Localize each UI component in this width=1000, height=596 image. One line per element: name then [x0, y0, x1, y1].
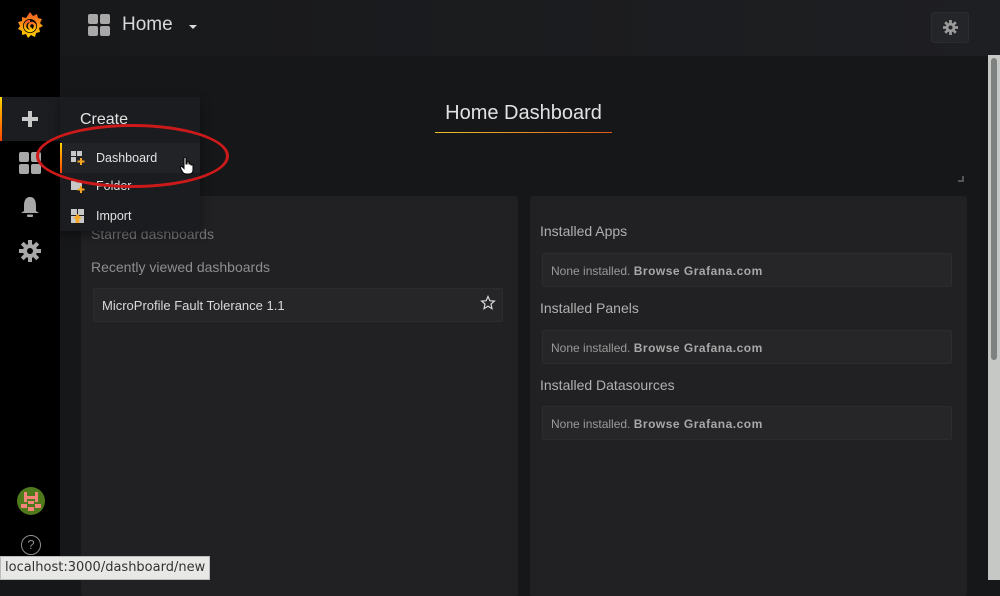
menu-item-label: Folder	[96, 179, 132, 193]
dashboard-add-icon	[71, 151, 85, 165]
sidebar-item-alerting[interactable]	[0, 185, 60, 229]
sidebar-item-dashboards[interactable]	[0, 141, 60, 185]
empty-text: None installed.	[551, 417, 631, 431]
plugin-list-panel: Installed Apps None installed. Browse Gr…	[530, 196, 967, 596]
installed-apps-heading: Installed Apps	[540, 223, 628, 239]
import-item[interactable]: Import	[60, 201, 200, 231]
navbar: Home	[60, 0, 1000, 56]
scrollbar-thumb[interactable]	[991, 58, 997, 360]
scrollbar[interactable]	[988, 55, 1000, 580]
star-icon[interactable]	[480, 295, 496, 311]
recent-dashboard-item[interactable]: MicroProfile Fault Tolerance 1.1	[93, 288, 503, 322]
help-icon[interactable]: ?	[21, 535, 41, 555]
caret-down-icon	[188, 25, 197, 29]
create-menu-header[interactable]: Create	[80, 111, 128, 129]
page-title: Home	[122, 14, 173, 35]
status-bar-url: localhost:3000/dashboard/new	[0, 556, 211, 580]
hand-pointer-cursor-icon	[180, 157, 194, 175]
installed-apps-box: None installed. Browse Grafana.com	[542, 253, 952, 287]
recent-heading: Recently viewed dashboards	[91, 259, 270, 275]
browse-link[interactable]: Browse Grafana.com	[634, 264, 763, 278]
installed-datasources-heading: Installed Datasources	[540, 377, 675, 393]
dashboard-list-panel: Starred dashboards Recently viewed dashb…	[81, 196, 518, 596]
empty-text: None installed.	[551, 264, 631, 278]
resize-handle[interactable]	[958, 176, 964, 182]
create-dashboard-item[interactable]: Dashboard	[60, 143, 200, 173]
empty-text: None installed.	[551, 341, 631, 355]
avatar-identicon	[21, 492, 41, 511]
sidebar-item-configuration[interactable]	[0, 229, 60, 273]
browse-link[interactable]: Browse Grafana.com	[634, 341, 763, 355]
gear-icon	[942, 20, 958, 35]
sidebar-item-create[interactable]	[0, 97, 60, 141]
dashboard-settings-button[interactable]	[931, 12, 969, 43]
browse-link[interactable]: Browse Grafana.com	[634, 417, 763, 431]
create-menu: Create Dashboard Folder Import	[60, 97, 200, 231]
folder-add-icon	[71, 181, 85, 193]
dashboard-picker[interactable]: Home	[88, 14, 197, 36]
apps-grid-icon	[88, 14, 110, 36]
avatar[interactable]	[17, 487, 45, 515]
installed-datasources-box: None installed. Browse Grafana.com	[542, 406, 952, 440]
plus-icon	[22, 111, 38, 127]
installed-panels-heading: Installed Panels	[540, 300, 639, 316]
menu-item-label: Dashboard	[96, 151, 158, 165]
home-dashboard-title: Home Dashboard	[435, 102, 612, 133]
dashboard-title: MicroProfile Fault Tolerance 1.1	[102, 298, 285, 313]
import-icon	[71, 209, 84, 223]
installed-panels-box: None installed. Browse Grafana.com	[542, 330, 952, 364]
apps-grid-icon	[19, 152, 41, 174]
gear-icon	[19, 240, 41, 262]
bell-icon	[21, 197, 39, 217]
menu-item-label: Import	[96, 209, 132, 223]
side-menu: ?	[0, 0, 60, 580]
create-folder-item[interactable]: Folder	[60, 171, 200, 201]
grafana-logo[interactable]	[14, 10, 46, 42]
